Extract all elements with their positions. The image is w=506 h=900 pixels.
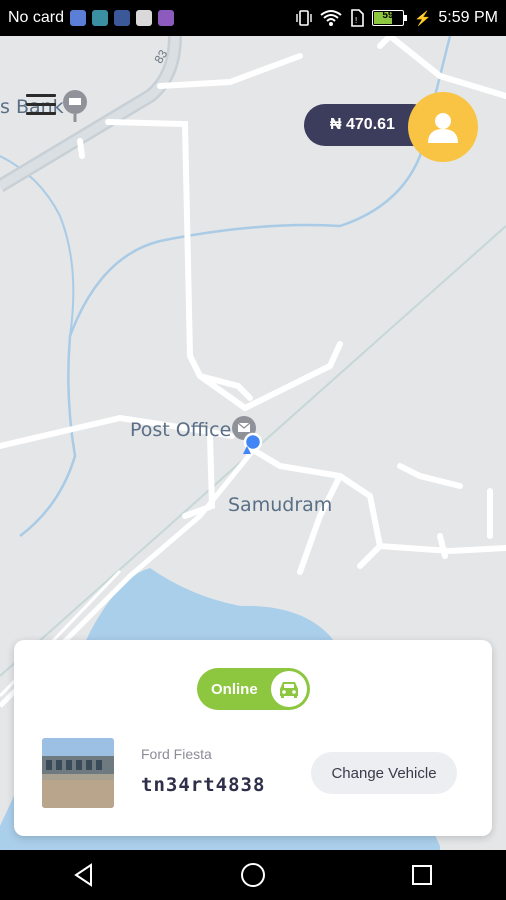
menu-icon-line [26, 112, 56, 115]
svg-text:!: ! [355, 16, 357, 25]
clock: 5:59 PM [438, 9, 498, 26]
notification-icon [158, 10, 175, 26]
toggle-knob [271, 671, 307, 707]
recents-icon [411, 865, 432, 885]
facebook-icon [114, 10, 131, 26]
notification-icon [70, 10, 87, 26]
online-status-toggle[interactable]: Online [197, 668, 310, 710]
car-icon [280, 682, 298, 698]
road [105, 119, 248, 411]
home-button[interactable] [223, 850, 283, 900]
recents-button[interactable] [392, 850, 452, 900]
vehicle-photo [42, 738, 114, 808]
change-vehicle-button[interactable]: Change Vehicle [311, 752, 457, 794]
road [157, 53, 303, 89]
battery-level-text: 59 [382, 10, 394, 21]
road [77, 138, 85, 159]
notification-icon [136, 10, 153, 26]
profile-avatar-button[interactable] [408, 92, 478, 162]
balance-amount: ₦ 470.61 [330, 116, 395, 133]
driver-status-card: Online Ford Fiesta tn34rt4838 Change Veh… [14, 640, 492, 836]
road [357, 543, 383, 569]
battery-icon: 59 [371, 10, 407, 26]
menu-icon [26, 94, 56, 97]
vehicle-model: Ford Fiesta [141, 746, 212, 762]
vibrate-icon [296, 10, 312, 26]
carrier-label: No card [8, 9, 65, 26]
charging-icon: ⚡ [413, 9, 432, 26]
user-icon [428, 113, 458, 143]
status-bar: No card ! 59 ⚡ 5:59 PM [0, 0, 506, 36]
menu-button[interactable] [26, 94, 56, 118]
system-nav-bar [0, 850, 506, 900]
area-label: Samudram [228, 494, 333, 516]
road [242, 341, 343, 411]
vehicle-plate-number: tn34rt4838 [141, 774, 266, 796]
back-button[interactable] [54, 850, 114, 900]
road [297, 473, 343, 575]
home-icon [240, 863, 265, 887]
sim-icon: ! [351, 9, 364, 27]
notification-icon [92, 10, 109, 26]
road [377, 36, 393, 49]
post-office-label: Post Office [130, 419, 232, 441]
online-status-label: Online [211, 680, 258, 698]
road [397, 463, 463, 489]
back-icon [74, 863, 93, 887]
menu-icon-line [26, 103, 56, 106]
wifi-icon [320, 10, 342, 26]
river [68, 36, 452, 337]
